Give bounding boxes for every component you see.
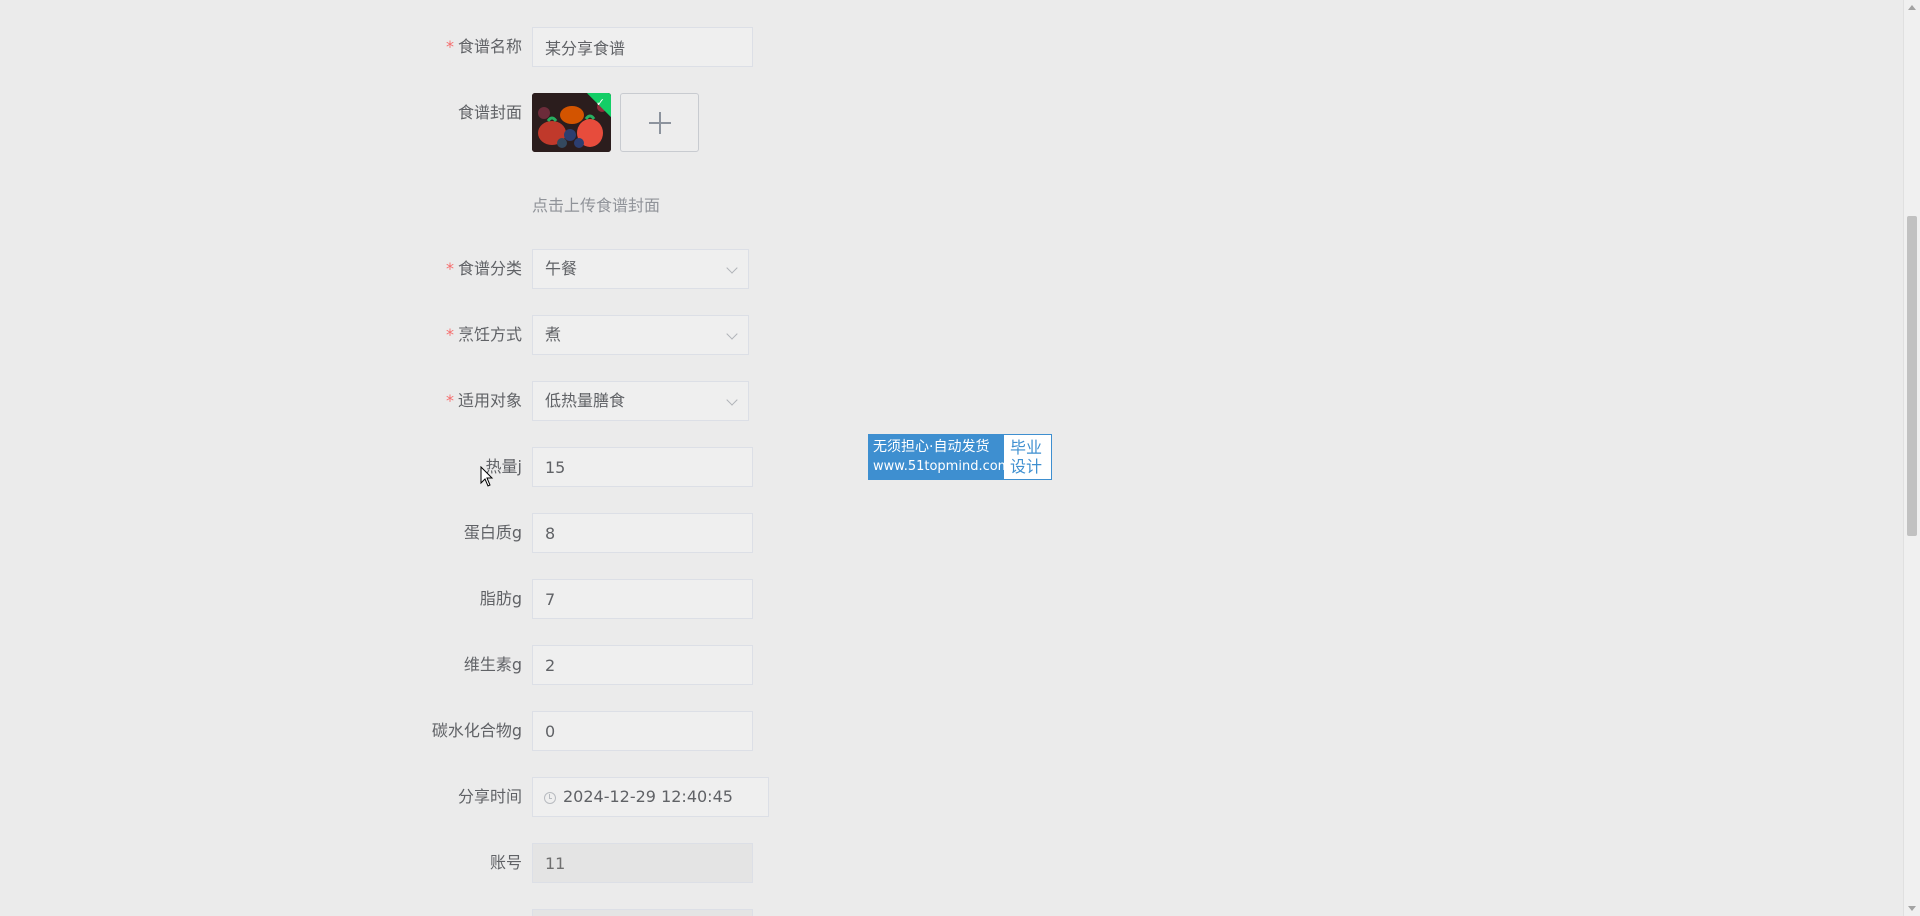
form-row-cover: 食谱封面 [0, 93, 1000, 133]
mouse-cursor-icon [480, 466, 494, 487]
form-row-account: 账号 [0, 843, 1000, 883]
audience-label-text: 适用对象 [457, 391, 522, 410]
required-mark: * [445, 37, 454, 56]
category-select-value: 午餐 [545, 259, 578, 278]
cooking-method-label-text: 烹饪方式 [457, 325, 522, 344]
carbs-input[interactable] [532, 711, 753, 751]
carbs-label: 碳水化合物g [431, 721, 522, 740]
fat-label: 脂肪g [479, 589, 522, 608]
clock-icon [544, 792, 556, 804]
form-row-vitamin: 维生素g [0, 645, 1000, 685]
scroll-up-icon[interactable] [1908, 5, 1916, 10]
chevron-down-icon [726, 394, 738, 406]
protein-label: 蛋白质g [463, 523, 522, 542]
audience-label: * 适用对象 [446, 381, 522, 421]
required-mark: * [445, 325, 454, 344]
category-label: * 食谱分类 [446, 249, 522, 289]
required-mark: * [445, 259, 454, 278]
cover-thumbnail[interactable]: ✓ [532, 93, 611, 152]
watermark-right: 毕业 设计 [1004, 435, 1051, 479]
share-time-picker[interactable]: 2024-12-29 12:40:45 [532, 777, 769, 817]
scrollbar-thumb[interactable] [1907, 216, 1917, 536]
form-row-protein: 蛋白质g [0, 513, 1000, 553]
watermark-line1: 无须担心·自动发货 [873, 439, 990, 455]
form-row-calories: 热量j [0, 447, 1000, 487]
chevron-down-icon [726, 328, 738, 340]
recipe-name-label-text: 食谱名称 [457, 37, 522, 56]
required-mark: * [445, 391, 454, 410]
category-select[interactable]: 午餐 [532, 249, 749, 289]
share-time-value: 2024-12-29 12:40:45 [563, 787, 733, 806]
scroll-down-icon[interactable] [1908, 906, 1916, 911]
cooking-method-label: * 烹饪方式 [446, 315, 522, 355]
vitamin-input[interactable] [532, 645, 753, 685]
account-input [532, 843, 753, 883]
fat-input[interactable] [532, 579, 753, 619]
watermark-side1: 毕业 [1010, 438, 1043, 457]
form-row-fat: 脂肪g [0, 579, 1000, 619]
share-time-label: 分享时间 [457, 787, 522, 806]
form-row-share-time: 分享时间 2024-12-29 12:40:45 [0, 777, 1000, 817]
calories-input[interactable] [532, 447, 753, 487]
chevron-down-icon [726, 262, 738, 274]
plus-icon [649, 112, 671, 134]
account-label: 账号 [489, 853, 522, 872]
form-row-audience: * 适用对象 低热量膳食 [0, 381, 1000, 421]
watermark-url: www.51topmind.com [873, 459, 1011, 474]
category-label-text: 食谱分类 [457, 259, 522, 278]
recipe-name-input[interactable] [532, 27, 753, 67]
form-row-cooking-method: * 烹饪方式 煮 [0, 315, 1000, 355]
form-row-recipe-name: * 食谱名称 [0, 27, 1000, 67]
watermark-badge: 无须担心·自动发货 www.51topmind.com 毕业 设计 [868, 434, 1052, 480]
watermark-left: 无须担心·自动发货 www.51topmind.com [869, 435, 1011, 479]
protein-input[interactable] [532, 513, 753, 553]
cooking-method-select[interactable]: 煮 [532, 315, 749, 355]
watermark-side2: 设计 [1010, 457, 1043, 476]
form-row-category: * 食谱分类 午餐 [0, 249, 1000, 289]
vitamin-label: 维生素g [463, 655, 522, 674]
form-row-carbs: 碳水化合物g [0, 711, 1000, 751]
cooking-method-select-value: 煮 [545, 325, 562, 344]
vertical-scrollbar[interactable] [1903, 0, 1920, 916]
check-icon: ✓ [595, 96, 605, 109]
recipe-name-label: * 食谱名称 [446, 27, 522, 67]
cover-upload-button[interactable] [620, 93, 699, 152]
next-field-partial [532, 909, 753, 916]
audience-select-value: 低热量膳食 [545, 391, 626, 410]
cover-upload-hint: 点击上传食谱封面 [532, 196, 661, 215]
page: *食谱名称 食谱封面 ✓ [0, 0, 1920, 916]
audience-select[interactable]: 低热量膳食 [532, 381, 749, 421]
cover-label: 食谱封面 [457, 103, 522, 122]
